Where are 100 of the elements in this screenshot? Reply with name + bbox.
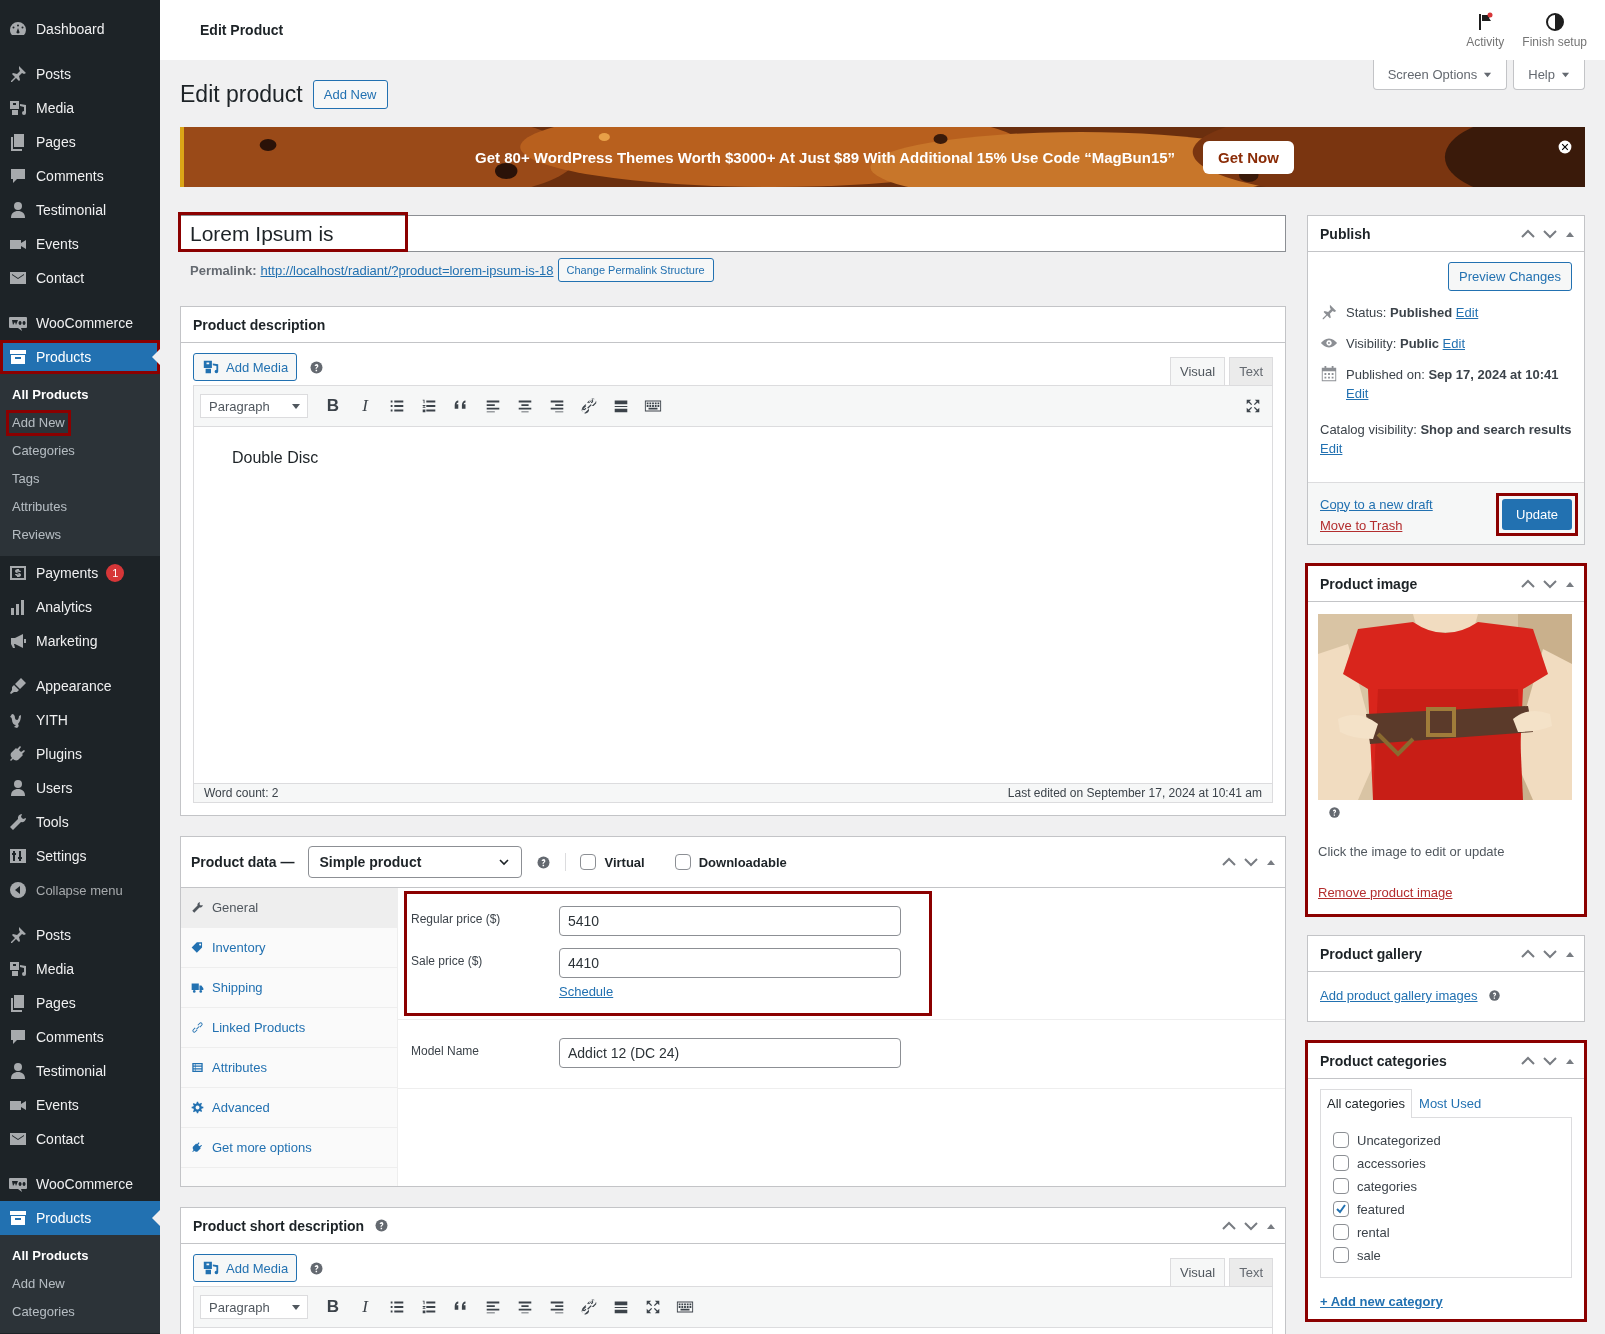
checkbox[interactable] <box>1333 1224 1349 1240</box>
editor-tab[interactable]: Visual <box>1169 357 1226 385</box>
add-media-button[interactable]: Add Media <box>193 1254 298 1282</box>
help-icon[interactable] <box>374 1218 390 1233</box>
editor-tab[interactable]: Text <box>1229 1258 1273 1286</box>
help-icon[interactable] <box>309 1260 325 1276</box>
checkbox[interactable] <box>674 854 691 870</box>
editor-content[interactable]: Double Disc <box>232 449 319 466</box>
product-data-tab[interactable]: Advanced <box>181 1088 397 1128</box>
sidebar-item[interactable]: YITH <box>0 703 160 737</box>
product-type-dropdown[interactable]: Simple product <box>308 846 523 878</box>
collapse-menu-button[interactable]: Collapse menu <box>0 873 160 907</box>
screen-meta-tab[interactable]: Help <box>1513 60 1585 90</box>
numbered-list-icon[interactable] <box>420 397 438 415</box>
sidebar-item[interactable]: Marketing <box>0 624 160 658</box>
screen-meta-tab[interactable]: Screen Options <box>1372 60 1508 90</box>
preview-changes-button[interactable]: Preview Changes <box>1448 262 1572 291</box>
input-field[interactable]: 4410 <box>559 948 901 978</box>
product-data-tab[interactable]: General <box>181 888 397 928</box>
submenu-item[interactable]: Attributes <box>6 494 73 520</box>
submenu-item[interactable]: Tags <box>6 466 46 492</box>
fullscreen-icon[interactable] <box>1244 397 1262 415</box>
sidebar-item[interactable]: Media <box>0 952 160 986</box>
sidebar-item[interactable]: Pages <box>0 125 160 159</box>
product-data-tab[interactable]: Linked Products <box>181 1008 397 1048</box>
input-field[interactable]: 5410 <box>559 906 901 936</box>
category-tab[interactable]: All categories <box>1320 1089 1413 1118</box>
update-button[interactable]: Update <box>1502 499 1572 530</box>
checkbox[interactable] <box>580 854 597 870</box>
sidebar-item[interactable]: Media <box>0 91 160 125</box>
bold-button[interactable]: B <box>320 393 346 419</box>
copy-draft-link[interactable]: Copy to a new draft <box>1320 496 1433 512</box>
sidebar-item[interactable]: WooCommerce <box>0 1167 160 1201</box>
italic-button[interactable]: I <box>352 393 378 419</box>
sidebar-item[interactable]: Settings <box>0 839 160 873</box>
italic-button[interactable]: I <box>352 1294 378 1320</box>
get-now-button[interactable]: Get Now <box>1203 140 1294 174</box>
bold-button[interactable]: B <box>320 1294 346 1320</box>
sidebar-item[interactable]: Testimonial <box>0 193 160 227</box>
toolbar-action[interactable]: Finish setup <box>1516 0 1593 60</box>
product-data-tab[interactable]: Shipping <box>181 968 397 1008</box>
checkbox-label[interactable]: categories <box>1357 1178 1417 1194</box>
sidebar-item[interactable]: Plugins <box>0 737 160 771</box>
checkbox-label[interactable]: sale <box>1357 1247 1381 1263</box>
submenu-item[interactable]: Reviews <box>6 522 68 548</box>
numbered-list-icon[interactable] <box>420 1298 438 1316</box>
help-icon[interactable] <box>1487 989 1501 1002</box>
checkbox-label[interactable]: Uncategorized <box>1357 1132 1441 1148</box>
help-icon[interactable] <box>1328 806 1341 819</box>
editor-tab[interactable]: Text <box>1229 357 1273 385</box>
format-dropdown[interactable]: Paragraph <box>200 1295 308 1319</box>
sidebar-item[interactable]: Dashboard <box>0 12 160 46</box>
close-icon[interactable] <box>1557 139 1573 155</box>
add-new-button[interactable]: Add New <box>312 80 388 109</box>
sidebar-item[interactable]: Pages <box>0 986 160 1020</box>
submenu-item[interactable]: Categories <box>6 1299 81 1325</box>
editor-tab[interactable]: Visual <box>1169 1258 1226 1286</box>
edit-link[interactable]: Edit <box>1346 386 1369 401</box>
trash-link[interactable]: Move to Trash <box>1320 517 1433 533</box>
checkbox-label[interactable]: Virtual <box>604 854 645 870</box>
add-gallery-link[interactable]: Add product gallery images <box>1320 988 1478 1003</box>
sidebar-item[interactable]: Posts <box>0 57 160 91</box>
input-field[interactable]: Addict 12 (DC 24) <box>559 1038 901 1068</box>
checkbox-label[interactable]: rental <box>1357 1224 1390 1240</box>
toolbar-action[interactable]: Activity <box>1460 0 1511 60</box>
link-icon[interactable] <box>580 1298 598 1316</box>
sidebar-item[interactable]: Appearance <box>0 669 160 703</box>
product-data-tab[interactable]: Get more options <box>181 1128 397 1168</box>
checkbox-label[interactable]: accessories <box>1357 1155 1426 1171</box>
link-icon[interactable] <box>580 397 598 415</box>
edit-link[interactable]: Edit <box>1320 441 1343 456</box>
sidebar-item[interactable]: Analytics <box>0 590 160 624</box>
submenu-item[interactable]: Categories <box>6 438 81 464</box>
submenu-item[interactable]: Add New <box>6 1271 71 1297</box>
sidebar-item[interactable]: Testimonial <box>0 1054 160 1088</box>
sidebar-item[interactable]: Events <box>0 227 160 261</box>
remove-image-link[interactable]: Remove product image <box>1318 885 1453 900</box>
checkbox[interactable] <box>1333 1247 1349 1263</box>
fullscreen-icon[interactable] <box>644 1298 662 1316</box>
sidebar-item[interactable]: Posts <box>0 918 160 952</box>
sidebar-item[interactable]: Comments <box>0 159 160 193</box>
sidebar-item[interactable]: Products <box>0 1201 160 1235</box>
submenu-item[interactable]: Add New <box>6 410 71 436</box>
checkbox-label[interactable]: Downloadable <box>698 854 787 870</box>
sidebar-item[interactable]: Tools <box>0 805 160 839</box>
sidebar-item[interactable]: Payments 1 <box>0 556 160 590</box>
format-dropdown[interactable]: Paragraph <box>200 394 308 418</box>
help-icon[interactable] <box>536 854 552 870</box>
title-field[interactable]: Lorem Ipsum is <box>180 215 1286 252</box>
submenu-item[interactable]: All Products <box>6 1243 95 1269</box>
sidebar-item[interactable]: Events <box>0 1088 160 1122</box>
checkbox[interactable] <box>1333 1201 1349 1217</box>
checkbox[interactable] <box>1333 1178 1349 1194</box>
category-tab[interactable]: Most Used <box>1412 1089 1489 1117</box>
add-media-button[interactable]: Add Media <box>193 353 298 381</box>
submenu-item[interactable]: All Products <box>6 382 95 408</box>
edit-link[interactable]: Edit <box>1455 305 1479 320</box>
edit-link[interactable]: Edit <box>1442 336 1465 351</box>
sidebar-item[interactable]: WooCommerce <box>0 306 160 340</box>
checkbox-label[interactable]: featured <box>1357 1201 1405 1217</box>
